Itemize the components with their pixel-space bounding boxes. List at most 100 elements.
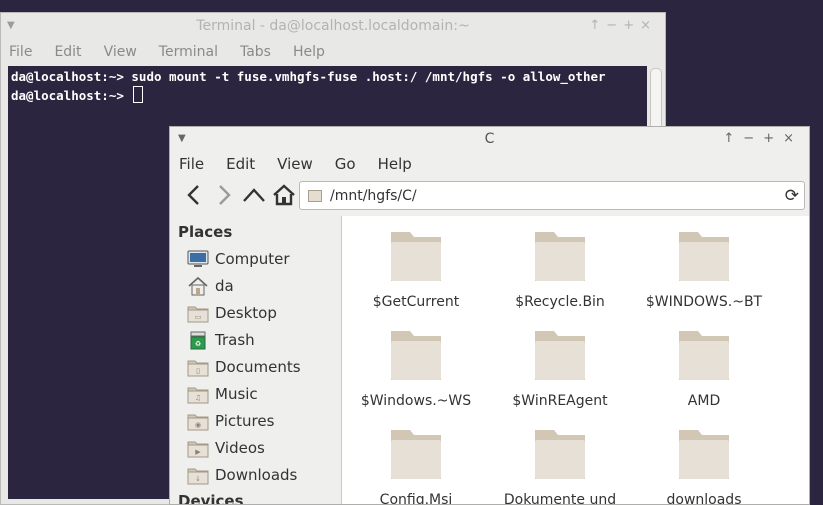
sidebar-item-label: Videos xyxy=(215,438,265,457)
file-item[interactable]: Dokumente und xyxy=(488,428,632,504)
fm-body: Places Computer da ▭ Desktop ♻ Trash ▯ Document… xyxy=(170,216,809,504)
svg-text:♻: ♻ xyxy=(195,340,201,348)
keep-above-icon[interactable]: ↑ xyxy=(723,131,743,146)
maximize-icon[interactable]: + xyxy=(623,18,640,33)
window-menu-icon[interactable]: ▼ xyxy=(178,127,186,151)
menu-edit[interactable]: Edit xyxy=(54,44,81,60)
sidebar-item-label: Desktop xyxy=(215,303,277,322)
file-item[interactable]: downloads xyxy=(632,428,776,504)
sidebar-item-trash[interactable]: ♻ Trash xyxy=(170,326,341,353)
home-icon xyxy=(273,184,295,206)
svg-text:◉: ◉ xyxy=(195,421,201,429)
svg-text:▯: ▯ xyxy=(196,367,200,375)
minimize-icon[interactable]: − xyxy=(606,18,623,33)
terminal-menubar: File Edit View Terminal Tabs Help xyxy=(1,39,665,64)
menu-file[interactable]: File xyxy=(9,44,32,60)
terminal-line: da@localhost:~> sudo mount -t fuse.vmhgf… xyxy=(11,69,606,84)
places-sidebar: Places Computer da ▭ Desktop ♻ Trash ▯ Document… xyxy=(170,216,341,504)
menu-terminal[interactable]: Terminal xyxy=(159,44,218,60)
maximize-icon[interactable]: + xyxy=(763,131,783,146)
svg-text:♫: ♫ xyxy=(195,394,201,402)
back-icon xyxy=(187,185,199,205)
file-item[interactable]: Config.Msi xyxy=(344,428,488,504)
file-item[interactable]: $WINDOWS.~BT xyxy=(632,230,776,310)
home-button[interactable] xyxy=(270,181,298,209)
sidebar-item-da[interactable]: da xyxy=(170,272,341,299)
file-item[interactable]: $WinREAgent xyxy=(488,329,632,409)
file-item[interactable]: $Windows.~WS xyxy=(344,329,488,409)
sidebar-item-label: Documents xyxy=(215,357,301,376)
terminal-titlebar[interactable]: ▼ Terminal - da@localhost.localdomain:~ … xyxy=(1,13,665,39)
menu-file[interactable]: File xyxy=(179,155,204,173)
svg-text:↓: ↓ xyxy=(195,475,201,483)
file-item[interactable]: $GetCurrent xyxy=(344,230,488,310)
file-name: Config.Msi xyxy=(379,492,453,504)
location-path: /mnt/hgfs/C/ xyxy=(330,187,417,204)
file-name: AMD xyxy=(687,393,721,409)
sidebar-item-downloads[interactable]: ↓ Downloads xyxy=(170,461,341,488)
sidebar-item-documents[interactable]: ▯ Documents xyxy=(170,353,341,380)
sidebar-item-label: Downloads xyxy=(215,465,298,484)
forward-button[interactable] xyxy=(210,181,238,209)
window-menu-icon[interactable]: ▼ xyxy=(7,13,15,39)
file-name: Dokumente und xyxy=(503,492,617,504)
reload-icon[interactable]: ⟳ xyxy=(785,186,799,206)
location-bar[interactable]: /mnt/hgfs/C/ ⟳ xyxy=(299,181,805,210)
sidebar-item-music[interactable]: ♫ Music xyxy=(170,380,341,407)
file-name: downloads xyxy=(666,492,742,504)
sidebar-item-videos[interactable]: ▶ Videos xyxy=(170,434,341,461)
fm-menubar: File Edit View Go Help xyxy=(170,151,809,176)
sidebar-item-label: da xyxy=(215,276,234,295)
sidebar-item-label: Trash xyxy=(215,330,255,349)
menu-edit[interactable]: Edit xyxy=(226,155,255,173)
menu-go[interactable]: Go xyxy=(335,155,356,173)
window-controls: ↑−+× xyxy=(589,13,657,39)
folder-icon xyxy=(678,329,730,381)
file-item[interactable]: $Recycle.Bin xyxy=(488,230,632,310)
sidebar-item-label: Pictures xyxy=(215,411,275,430)
minimize-icon[interactable]: − xyxy=(743,131,763,146)
forward-icon xyxy=(219,185,231,205)
fm-title: C xyxy=(484,131,495,147)
folder-icon xyxy=(390,428,442,480)
folder-icon xyxy=(534,329,586,381)
folder-icon xyxy=(390,230,442,282)
close-icon[interactable]: × xyxy=(640,18,657,33)
sidebar-item-computer[interactable]: Computer xyxy=(170,245,341,272)
fm-titlebar[interactable]: ▼ C ↑−+× xyxy=(170,127,809,151)
svg-text:▶: ▶ xyxy=(195,448,201,456)
menu-view[interactable]: View xyxy=(104,44,137,60)
file-view[interactable]: $GetCurrent $Recycle.Bin $WINDOWS.~BT $Wind… xyxy=(341,216,809,504)
back-button[interactable] xyxy=(180,181,208,209)
sidebar-item-pictures[interactable]: ◉ Pictures xyxy=(170,407,341,434)
fm-toolbar: /mnt/hgfs/C/ ⟳ xyxy=(170,176,809,214)
devices-heading: Devices xyxy=(178,492,244,505)
keep-above-icon[interactable]: ↑ xyxy=(589,18,606,33)
file-item[interactable]: AMD xyxy=(632,329,776,409)
file-name: $WINDOWS.~BT xyxy=(645,294,763,310)
menu-tabs[interactable]: Tabs xyxy=(240,44,271,60)
desktop-folder-icon: ▭ xyxy=(187,303,209,323)
sidebar-item-desktop[interactable]: ▭ Desktop xyxy=(170,299,341,326)
folder-icon xyxy=(390,329,442,381)
sidebar-item-label: Music xyxy=(215,384,258,403)
file-manager-window[interactable]: ▼ C ↑−+× File Edit View Go Help /mnt/hgf… xyxy=(169,126,810,505)
music-folder-icon: ♫ xyxy=(187,384,209,404)
up-icon xyxy=(243,188,265,202)
close-icon[interactable]: × xyxy=(783,131,803,146)
terminal-prompt-line: da@localhost:~> xyxy=(11,86,644,105)
terminal-scrollbar[interactable] xyxy=(650,68,662,130)
file-name: $Recycle.Bin xyxy=(515,294,605,310)
places-heading: Places xyxy=(178,223,233,241)
trash-icon: ♻ xyxy=(187,330,209,350)
folder-icon xyxy=(678,428,730,480)
documents-folder-icon: ▯ xyxy=(187,357,209,377)
menu-help[interactable]: Help xyxy=(378,155,412,173)
folder-icon xyxy=(534,428,586,480)
menu-help[interactable]: Help xyxy=(293,44,325,60)
sidebar-item-label: Computer xyxy=(215,249,290,268)
window-controls: ↑−+× xyxy=(723,127,803,151)
folder-icon xyxy=(308,189,322,202)
menu-view[interactable]: View xyxy=(277,155,313,173)
up-button[interactable] xyxy=(240,181,268,209)
